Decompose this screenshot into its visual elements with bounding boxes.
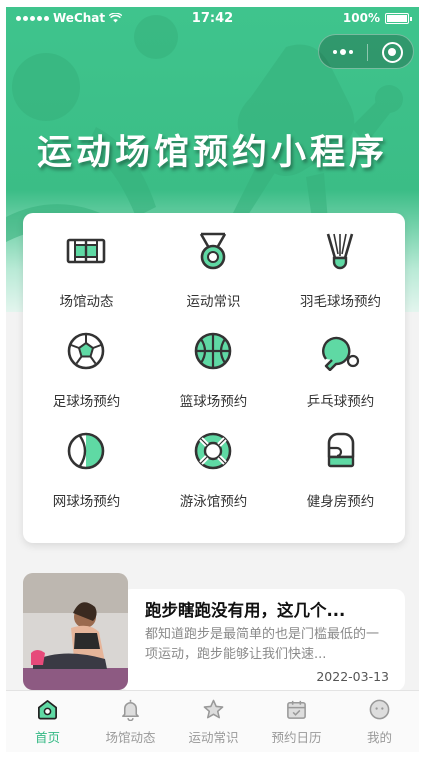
battery-percent: 100% xyxy=(342,11,380,25)
ping-pong-icon xyxy=(322,336,360,371)
tab-booking-calendar[interactable]: 预约日历 xyxy=(255,691,338,752)
tab-home[interactable]: 首页 xyxy=(6,691,89,752)
battery-icon xyxy=(385,12,412,24)
grid-item-label: 运动常识 xyxy=(186,294,241,310)
grid-item-label: 篮球场预约 xyxy=(179,394,248,410)
tennis-icon xyxy=(67,432,105,470)
grid-item-football-booking[interactable]: 足球场预约 xyxy=(23,313,150,410)
bell-icon xyxy=(122,699,139,721)
grid-item-label: 健身房预约 xyxy=(306,494,375,510)
capsule-divider xyxy=(367,44,368,61)
service-grid: 场馆动态 运动常识 羽毛球场预约 足球场预约 篮球场预约 乒乓球预约 网球场预约… xyxy=(23,213,405,543)
grid-item-sports-knowledge[interactable]: 运动常识 xyxy=(150,213,277,310)
article-card[interactable]: 跑步瞎跑没有用，这几个... 都知道跑步是最简单的也是门槛最低的一项运动，跑步能… xyxy=(23,573,405,691)
target-close-icon[interactable] xyxy=(382,42,403,63)
tab-label: 预约日历 xyxy=(271,730,322,745)
grid-item-label: 网球场预约 xyxy=(52,494,121,510)
home-icon xyxy=(38,700,57,720)
article-description: 都知道跑步是最简单的也是门槛最低的一项运动，跑步能够让我们快速... xyxy=(145,627,380,662)
grid-item-badminton-booking[interactable]: 羽毛球场预约 xyxy=(277,213,404,310)
grid-item-label: 场馆动态 xyxy=(59,294,114,310)
tab-venue-news[interactable]: 场馆动态 xyxy=(89,691,172,752)
tab-label: 我的 xyxy=(366,730,392,745)
medal-icon xyxy=(199,232,227,270)
phone-screen: WeChat 17:42 100% 运动场馆预约小程序 场馆动态 运动常识 羽毛… xyxy=(6,7,419,752)
page-title: 运动场馆预约小程序 xyxy=(36,133,388,173)
grid-item-label: 游泳馆预约 xyxy=(179,494,248,510)
grid-item-basketball-booking[interactable]: 篮球场预约 xyxy=(150,313,277,410)
grid-item-pingpong-booking[interactable]: 乒乓球预约 xyxy=(277,313,404,410)
profile-icon xyxy=(369,699,390,720)
lifebuoy-icon xyxy=(194,432,232,470)
more-dots-icon[interactable] xyxy=(333,49,353,55)
court-icon xyxy=(66,238,106,264)
grid-item-swimming-booking[interactable]: 游泳馆预约 xyxy=(150,413,277,510)
grid-item-gym-booking[interactable]: 健身房预约 xyxy=(277,413,404,510)
tab-sports-knowledge[interactable]: 运动常识 xyxy=(172,691,255,752)
basketball-icon xyxy=(194,332,232,370)
grid-item-label: 乒乓球预约 xyxy=(306,394,375,410)
football-icon xyxy=(67,332,105,370)
grid-item-tennis-booking[interactable]: 网球场预约 xyxy=(23,413,150,510)
article-date: 2022-03-13 xyxy=(316,669,389,684)
boxing-glove-icon xyxy=(327,432,355,468)
miniprogram-capsule xyxy=(318,34,414,69)
status-bar: WeChat 17:42 100% xyxy=(6,7,419,31)
article-thumbnail xyxy=(23,573,128,690)
calendar-icon xyxy=(287,700,306,719)
tab-bar: 首页 场馆动态 运动常识 预约日历 我的 xyxy=(6,690,419,752)
grid-item-label: 足球场预约 xyxy=(52,394,121,410)
grid-item-label: 羽毛球场预约 xyxy=(300,294,381,310)
tab-label: 场馆动态 xyxy=(105,730,156,745)
article-title[interactable]: 跑步瞎跑没有用，这几个... xyxy=(145,597,385,621)
tab-label: 首页 xyxy=(34,730,60,745)
shuttlecock-icon xyxy=(326,233,354,270)
tab-label: 运动常识 xyxy=(188,730,239,745)
grid-item-venue-news[interactable]: 场馆动态 xyxy=(23,213,150,310)
star-icon xyxy=(203,699,224,719)
tab-profile[interactable]: 我的 xyxy=(338,691,419,752)
